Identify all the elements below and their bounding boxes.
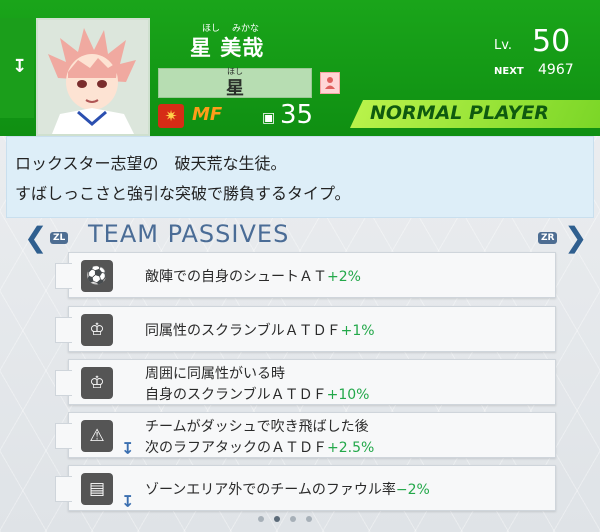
page-dot-active[interactable] [274, 516, 280, 522]
passive-row[interactable]: ⚠ ↧ チームがダッシュで吹き飛ばした後 次のラフアタックのＡＴＤＦ+2.5% [55, 412, 556, 458]
passive-text-line-2: 次のラフアタックのＡＴＤＦ+2.5% [145, 440, 375, 456]
character-portrait-icon [38, 20, 148, 134]
down-arrow-icon[interactable]: ↧ [12, 56, 27, 77]
down-arrow-icon: ↧ [121, 439, 135, 458]
kit-icon: ▣ [262, 110, 276, 126]
row-tab [55, 423, 72, 449]
passive-row[interactable]: ♔ 同属性のスクランブルＡＴＤＦ+1% [55, 306, 556, 352]
passive-text: 同属性のスクランブルＡＴＤＦ+1% [145, 323, 375, 339]
player-portrait [36, 18, 150, 136]
description-line-2: すばしっこさと強引な突破で勝負するタイプ。 [15, 184, 351, 203]
player-header: ↧ ほし みかな 星 美哉 ほし 星 ✷ MF ▣ 35 Lv. 50 NEXT… [0, 0, 600, 136]
level-label: Lv. [494, 38, 513, 53]
row-tab [55, 263, 72, 289]
female-icon [320, 72, 340, 94]
passive-row[interactable]: ♔ 周囲に同属性がいる時 自身のスクランブルＡＴＤＦ+10% [55, 359, 556, 405]
pagination-dots[interactable] [258, 516, 312, 522]
passive-row[interactable]: ⚽ 敵陣での自身のシュートＡＴ+2% [55, 252, 556, 298]
previous-page-button[interactable]: ❮ [24, 221, 47, 254]
scramble-icon: ♔ [81, 314, 113, 346]
level-value: 50 [532, 24, 571, 59]
passive-text-line-1: 周囲に同属性がいる時 [145, 366, 285, 382]
nickname: 星 [226, 78, 244, 99]
description-line-1: ロックスター志望の 破天荒な生徒。 [15, 154, 287, 173]
scramble-icon: ♔ [81, 367, 113, 399]
soccer-shoot-icon: ⚽ [81, 260, 113, 292]
warning-icon: ⚠ [81, 420, 113, 452]
fire-element-icon: ✷ [158, 104, 184, 128]
passive-text: 敵陣での自身のシュートＡＴ+2% [145, 269, 361, 285]
description-box: ロックスター志望の 破天荒な生徒。 すばしっこさと強引な突破で勝負するタイプ。 [6, 136, 594, 218]
nickname-box: ほし 星 [158, 67, 312, 99]
passive-text-line-2: 自身のスクランブルＡＴＤＦ+10% [145, 387, 370, 403]
next-exp: 4967 [538, 62, 574, 78]
foul-card-icon: ▤ [81, 473, 113, 505]
row-tab [55, 317, 72, 343]
page-dot[interactable] [290, 516, 296, 522]
team-passives-title: TEAM PASSIVES [88, 220, 290, 248]
row-tab [55, 476, 72, 502]
player-name: 星 美哉 [190, 36, 265, 60]
zl-button-tag[interactable]: ZL [50, 232, 69, 244]
down-arrow-icon: ↧ [121, 492, 135, 511]
power-value: 35 [280, 100, 314, 130]
row-tab [55, 370, 72, 396]
passive-text-line-1: チームがダッシュで吹き飛ばした後 [145, 419, 369, 435]
next-page-button[interactable]: ❯ [564, 221, 587, 254]
page-dot[interactable] [306, 516, 312, 522]
passive-row[interactable]: ▤ ↧ ゾーンエリア外でのチームのファウル率−2% [55, 465, 556, 511]
zr-button-tag[interactable]: ZR [538, 232, 558, 244]
page-dot[interactable] [258, 516, 264, 522]
next-label: NEXT [494, 66, 524, 77]
passive-text: ゾーンエリア外でのチームのファウル率−2% [145, 482, 430, 498]
rank-label: NORMAL PLAYER [370, 102, 549, 124]
position-label: MF [192, 104, 223, 125]
